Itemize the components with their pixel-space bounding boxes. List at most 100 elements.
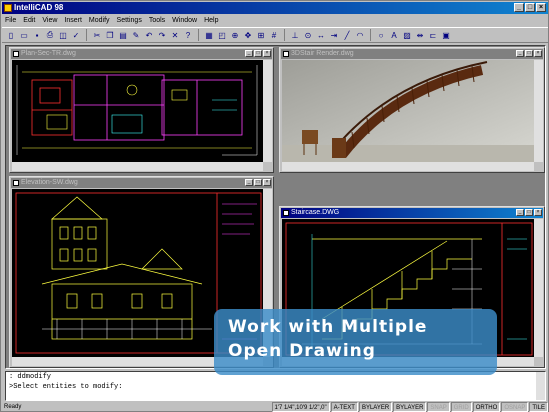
command-window[interactable]: : ddmodify >Select entities to modify: — [5, 371, 546, 401]
copy-icon[interactable]: ❐ — [104, 29, 116, 41]
status-panel-grid[interactable]: GRID — [450, 402, 472, 412]
open-icon[interactable]: ▭ — [18, 29, 30, 41]
osnap-icon[interactable]: ⊙ — [302, 29, 314, 41]
menu-tools[interactable]: Tools — [149, 15, 165, 26]
menu-modify[interactable]: Modify — [89, 15, 110, 26]
drawing-icon — [13, 180, 19, 186]
vertical-scrollbar[interactable] — [534, 219, 543, 357]
menu-settings[interactable]: Settings — [117, 15, 142, 26]
feature-callout: Work with Multiple Open Drawing — [214, 309, 497, 375]
menu-window[interactable]: Window — [172, 15, 197, 26]
layer-icon[interactable]: ▦ — [203, 29, 215, 41]
plan-window-titlebar[interactable]: Plan-Sec-TR.dwg _ □ × — [11, 49, 272, 59]
line-icon[interactable]: ╱ — [341, 29, 353, 41]
status-panel-snap[interactable]: SNAP — [427, 402, 450, 412]
menu-edit[interactable]: Edit — [23, 15, 35, 26]
paste-icon[interactable]: ▤ — [117, 29, 129, 41]
text-icon[interactable]: A — [388, 29, 400, 41]
menu-insert[interactable]: Insert — [64, 15, 82, 26]
close-button[interactable]: × — [534, 50, 542, 57]
close-button[interactable]: × — [263, 50, 271, 57]
plan-window[interactable]: Plan-Sec-TR.dwg _ □ × — [9, 47, 274, 173]
ortho-icon[interactable]: ⊥ — [289, 29, 301, 41]
maximize-button[interactable]: □ — [525, 50, 533, 57]
main-toolbar: ▯ ▭ ▪ ⎙ ◫ ✓ ✂ ❐ ▤ ✎ ↶ ↷ ✕? ▦ ◰ ⊕ ✥ ⊞ # ⊥ ⊙ ↔ ⇥ ╱ ◠ ○ A ▨ ⇹ ⊏ ▣ — [2, 27, 548, 43]
minimize-button[interactable]: _ — [245, 50, 253, 57]
status-panel-tile[interactable]: TILE — [529, 402, 548, 412]
horizontal-scrollbar[interactable] — [12, 162, 263, 171]
new-icon[interactable]: ▯ — [5, 29, 17, 41]
staircase-render-image — [282, 60, 534, 162]
status-panel-a-text[interactable]: A-TEXT — [330, 402, 358, 412]
floor-plan-drawing — [16, 65, 258, 156]
dim-icon[interactable]: ⇹ — [414, 29, 426, 41]
status-panel-bylayer[interactable]: BYLAYER — [358, 402, 393, 412]
drawing-icon — [13, 51, 19, 57]
pan-icon[interactable]: ✥ — [242, 29, 254, 41]
menu-file[interactable]: File — [5, 15, 16, 26]
elevation-window-titlebar[interactable]: Elevation-SW.dwg _ □ × — [11, 178, 272, 188]
intellicad-icon[interactable] — [4, 4, 12, 12]
command-prompt-line[interactable]: >Select entities to modify: — [9, 382, 545, 392]
maximize-button[interactable]: □ — [254, 179, 262, 186]
minimize-button[interactable]: _ — [245, 179, 253, 186]
render-window-titlebar[interactable]: 3DStair Render.dwg _ □ × — [281, 49, 543, 59]
staircase-window-titlebar[interactable]: Staircase.DWG _ □ × — [281, 208, 543, 218]
menu-help[interactable]: Help — [204, 15, 218, 26]
menu-view[interactable]: View — [42, 15, 57, 26]
delete-icon[interactable]: ✕ — [169, 29, 181, 41]
close-button[interactable]: × — [536, 3, 546, 12]
undo-icon[interactable]: ↶ — [143, 29, 155, 41]
preview-icon[interactable]: ◫ — [57, 29, 69, 41]
app-titlebar[interactable]: IntelliCAD 98 _ □ × — [2, 2, 548, 14]
close-button[interactable]: × — [534, 209, 542, 216]
close-button[interactable]: × — [263, 179, 271, 186]
render-window-title: 3DStair Render.dwg — [291, 50, 354, 57]
redo-icon[interactable]: ↷ — [156, 29, 168, 41]
status-panel-bylayer[interactable]: BYLAYER — [393, 402, 427, 412]
status-panel-ortho[interactable]: ORTHO — [472, 402, 501, 412]
match-icon[interactable]: ✎ — [130, 29, 142, 41]
snap-icon[interactable]: ⊞ — [255, 29, 267, 41]
block-icon[interactable]: ▣ — [440, 29, 452, 41]
measure-icon[interactable]: ⇥ — [328, 29, 340, 41]
spell-icon[interactable]: ✓ — [70, 29, 82, 41]
drawing-icon — [283, 210, 289, 216]
callout-line-1: Work with Multiple — [228, 317, 428, 337]
maximize-button[interactable]: □ — [525, 209, 533, 216]
arc-icon[interactable]: ◠ — [354, 29, 366, 41]
minimize-button[interactable]: _ — [516, 209, 524, 216]
app-window: IntelliCAD 98 _ □ × File Edit View Inser… — [0, 0, 549, 412]
redraw-icon[interactable]: ◰ — [216, 29, 228, 41]
cut-icon[interactable]: ✂ — [91, 29, 103, 41]
status-coordinates: 1'7 1/4",10'9 1/2",0" — [271, 402, 330, 412]
plan-window-title: Plan-Sec-TR.dwg — [21, 50, 76, 57]
status-ready: Ready — [4, 404, 22, 410]
minimize-button[interactable]: _ — [516, 50, 524, 57]
drawing-icon — [283, 51, 289, 57]
vertical-scrollbar[interactable] — [263, 60, 272, 162]
maximize-button[interactable]: □ — [525, 3, 535, 12]
app-title: IntelliCAD 98 — [14, 3, 64, 12]
print-icon[interactable]: ⎙ — [44, 29, 56, 41]
vertical-scrollbar[interactable] — [534, 60, 543, 162]
circle-icon[interactable]: ○ — [375, 29, 387, 41]
menubar: File Edit View Insert Modify Settings To… — [2, 15, 548, 26]
horizontal-scrollbar[interactable] — [282, 162, 534, 171]
grid-icon[interactable]: # — [268, 29, 280, 41]
staircase-window-title: Staircase.DWG — [291, 209, 340, 216]
plan-drawing-canvas[interactable] — [12, 60, 263, 162]
command-scrollbar[interactable] — [536, 372, 545, 400]
hatch-icon[interactable]: ▨ — [401, 29, 413, 41]
callout-line-2: Open Drawing — [228, 341, 376, 361]
help-icon[interactable]: ? — [182, 29, 194, 41]
zoom-icon[interactable]: ⊕ — [229, 29, 241, 41]
render-window[interactable]: 3DStair Render.dwg _ □ × — [279, 47, 545, 173]
minimize-button[interactable]: _ — [514, 3, 524, 12]
insert-icon[interactable]: ⊏ — [427, 29, 439, 41]
status-panel-osnap[interactable]: OSNAP — [501, 402, 529, 412]
toolbar-separator — [370, 29, 374, 41]
dist-icon[interactable]: ↔ — [315, 29, 327, 41]
save-icon[interactable]: ▪ — [31, 29, 43, 41]
maximize-button[interactable]: □ — [254, 50, 262, 57]
